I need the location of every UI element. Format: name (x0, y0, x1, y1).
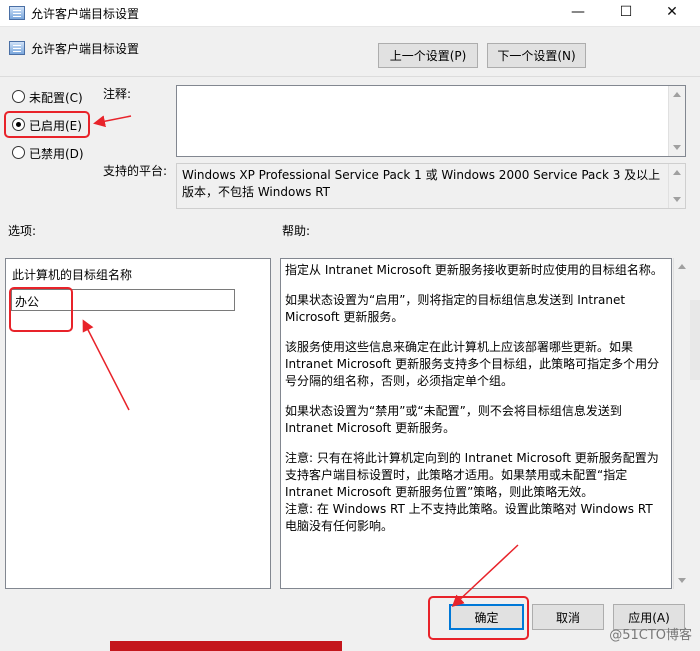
annotation-arrows (82, 115, 519, 608)
arrow-to-enabled (93, 115, 132, 128)
arrow-to-ok (451, 544, 519, 608)
arrow-to-value (82, 319, 130, 411)
